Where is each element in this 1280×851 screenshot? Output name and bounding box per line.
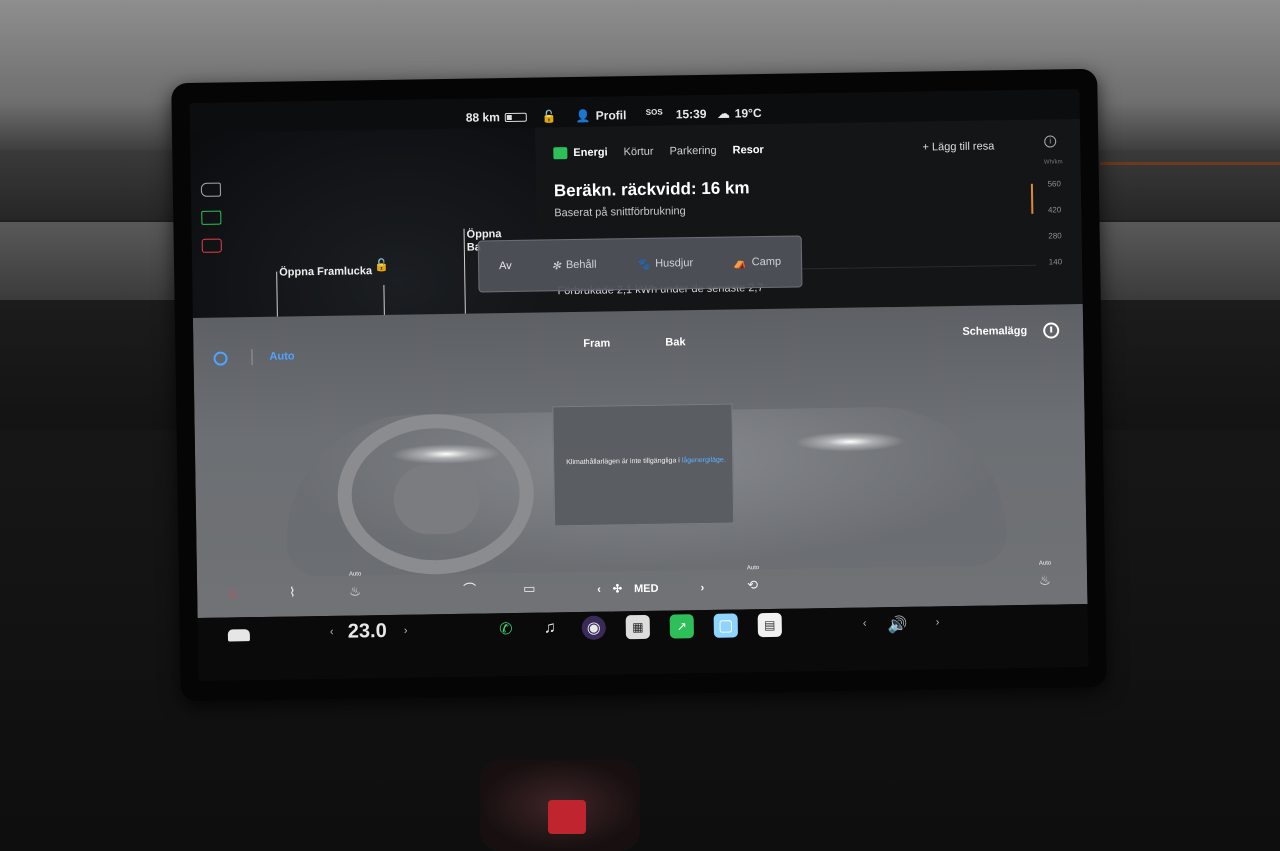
temp-increase-button[interactable]: › (404, 625, 408, 637)
frunk-indicator (276, 271, 278, 317)
fan-icon: ✻ (551, 259, 562, 272)
tab-rear[interactable]: Bak (665, 336, 685, 348)
auto-button[interactable]: Auto (269, 350, 294, 362)
volume-increase-button[interactable]: › (936, 616, 940, 628)
volume-decrease-button[interactable]: ‹ (863, 617, 867, 629)
seat-heater-auto-icon[interactable]: Auto ♨ (349, 571, 361, 599)
low-beam-icon (201, 210, 222, 225)
climate-header: Auto Fram Bak Schemalägg (193, 322, 1083, 366)
power-icon[interactable] (213, 351, 228, 366)
info-icon[interactable]: i (1044, 135, 1057, 148)
car-edge (383, 284, 385, 315)
open-frunk-button[interactable]: Öppna Framlucka (279, 265, 372, 279)
dashboard-trim (1100, 162, 1280, 165)
toybox-icon[interactable]: ▢ (713, 613, 738, 638)
temp-decrease-button[interactable]: ‹ (330, 626, 334, 638)
schedule-button[interactable]: Schemalägg (962, 325, 1027, 338)
recirculation-icon[interactable]: Auto ⟲ (747, 565, 759, 593)
ytick: 560 (1047, 179, 1061, 189)
notes-icon[interactable]: ▤ (757, 612, 782, 638)
ytick: 280 (1048, 231, 1062, 241)
range-basis: Baserat på snittförbrukning (554, 205, 686, 220)
tab-front[interactable]: Fram (583, 337, 610, 349)
range-indicator: 88 km (466, 110, 527, 125)
seat-heater-right-icon[interactable]: Auto ♨ (1039, 561, 1051, 589)
range-text: 88 km (465, 110, 500, 125)
tab-trips[interactable]: Resor (733, 144, 764, 156)
climate-panel: Klimathållarlägen är inte tillgängliga i… (192, 304, 1088, 618)
bottom-dock: ‹ 23.0 › ✆ ♫ ◉ ▦ ↗ ▢ ▤ ‹ 🔊 › (197, 603, 1089, 681)
car-lock-icon[interactable]: 🔓 (374, 258, 389, 272)
clock-time: 15:39 (675, 106, 707, 122)
energy-app-icon[interactable]: ↗ (669, 614, 694, 639)
vehicle-view: Öppna Framlucka 🔓 Öppna Ba (189, 127, 538, 323)
seat-heater-left-icon[interactable]: ♨ (227, 585, 239, 601)
ytick: 140 (1048, 257, 1063, 267)
right-vent-airflow[interactable] (794, 430, 906, 453)
chart-yaxis: 560 420 280 140 (1047, 171, 1062, 275)
trunk-indicator (463, 228, 466, 314)
person-icon: 👤 (575, 108, 591, 123)
tab-drive[interactable]: Körtur (623, 146, 653, 158)
add-trip-button[interactable]: + Lägg till resa (922, 140, 994, 153)
cabin-temperature: 23.0 (347, 619, 387, 643)
phone-icon[interactable]: ✆ (494, 617, 518, 641)
headlight-icon (200, 182, 221, 197)
rear-defrost-icon[interactable]: ▭ (523, 581, 536, 597)
low-energy-link[interactable]: lågenergiläge. (682, 457, 726, 465)
lock-icon[interactable]: 🔓 (542, 109, 557, 123)
chart-marker (1030, 183, 1034, 214)
red-tag (548, 800, 586, 834)
outside-temp: 19°C (734, 106, 762, 121)
fan-level: MED (633, 582, 659, 595)
app-launcher-icon[interactable]: ▦ (625, 614, 650, 640)
fan-increase-button[interactable]: › (700, 582, 704, 594)
fan-icon: ✣ (612, 583, 623, 596)
tab-parking[interactable]: Parkering (669, 145, 716, 158)
mode-dog[interactable]: 🐾 Husdjur (636, 257, 693, 271)
cloud-icon: ☁ (717, 106, 730, 121)
mode-keep[interactable]: ✻ Behåll (552, 258, 597, 272)
trailer-icon (201, 238, 222, 253)
energy-icon (553, 147, 568, 160)
light-status-icons (200, 182, 222, 253)
low-energy-message: Klimathållarlägen är inte tillgängliga i… (566, 456, 726, 467)
profile-button[interactable]: 👤 Profil (576, 108, 627, 123)
clock-icon[interactable] (1043, 322, 1060, 339)
camera-icon[interactable]: ◉ (581, 615, 606, 640)
fan-decrease-button[interactable]: ‹ (597, 583, 601, 595)
tent-icon: ⛺ (732, 256, 747, 270)
left-vent-airflow[interactable] (390, 443, 502, 465)
energy-tabs: Energi Körtur Parkering Resor (553, 144, 764, 160)
tab-energy[interactable]: Energi (553, 146, 608, 160)
volume-icon[interactable]: 🔊 (888, 615, 908, 635)
car-icon[interactable] (227, 629, 250, 642)
ytick: 420 (1047, 205, 1062, 215)
mode-off[interactable]: Av (499, 260, 512, 272)
steering-hub-render (393, 463, 481, 535)
front-defrost-icon[interactable]: ⌒ (463, 579, 476, 598)
sos-icon[interactable]: SOS (646, 108, 663, 117)
profile-label: Profil (595, 108, 627, 123)
mode-camp[interactable]: ⛺ Camp (733, 255, 781, 269)
divider (251, 349, 253, 366)
center-screen-render: Klimathållarlägen är inte tillgängliga i… (552, 403, 735, 527)
estimated-range: Beräkn. räckvidd: 16 km (553, 178, 750, 201)
climate-keeper-modes: Av ✻ Behåll 🐾 Husdjur ⛺ Camp (477, 235, 803, 293)
display-bezel: 88 km 🔓 👤 Profil SOS 15:39 ☁ 19°C Öppna … (171, 68, 1107, 702)
fan-speed-control: ‹ ✣ MED › (597, 581, 704, 596)
chart-unit: Wh/km (1043, 159, 1063, 166)
music-icon[interactable]: ♫ (538, 616, 562, 640)
steering-heater-icon[interactable]: ⌇ (289, 584, 296, 600)
weather-indicator: ☁ 19°C (718, 106, 762, 121)
battery-icon (504, 112, 527, 122)
paw-icon: 🐾 (636, 258, 651, 271)
touchscreen: 88 km 🔓 👤 Profil SOS 15:39 ☁ 19°C Öppna … (189, 89, 1089, 681)
